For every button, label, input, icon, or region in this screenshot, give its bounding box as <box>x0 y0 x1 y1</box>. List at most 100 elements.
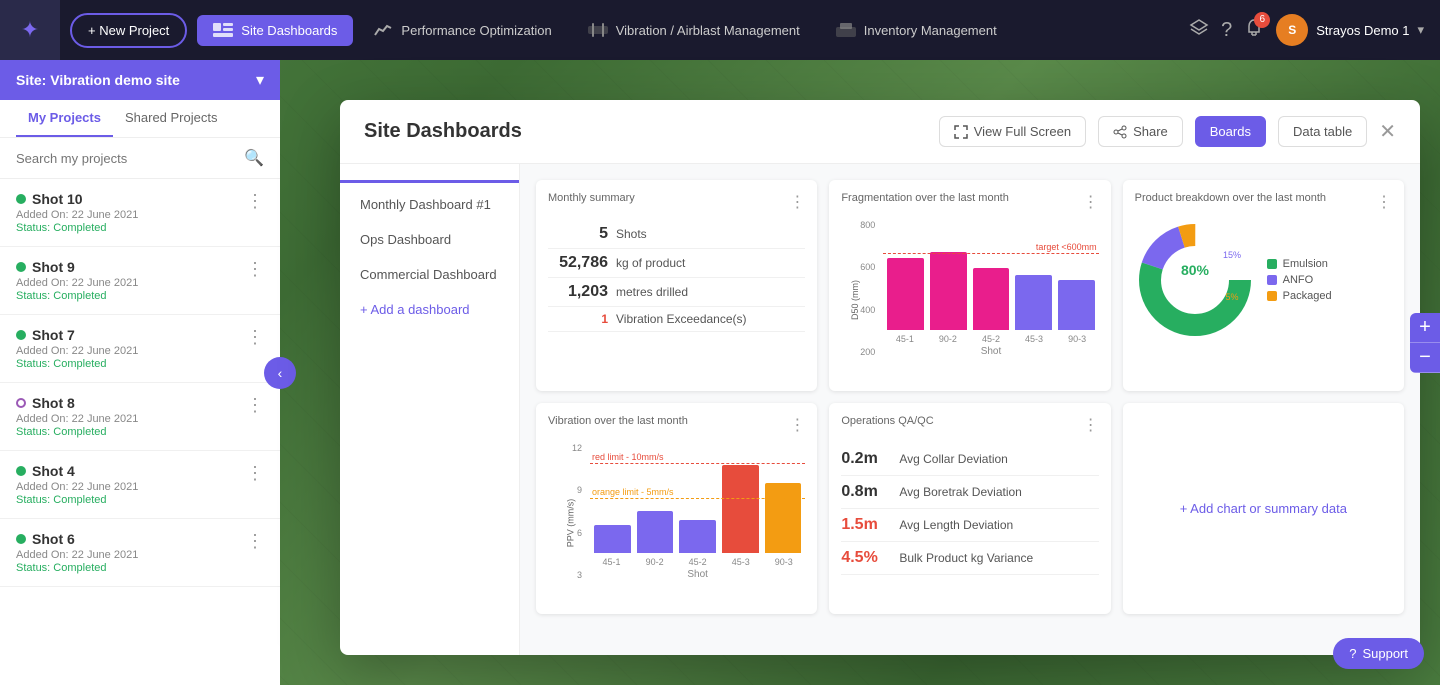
fragmentation-bars <box>883 220 1098 330</box>
project-menu-button[interactable]: ⋮ <box>246 327 264 348</box>
ops-label: Avg Collar Deviation <box>899 452 1008 466</box>
project-menu-button[interactable]: ⋮ <box>246 395 264 416</box>
fragmentation-menu[interactable]: ⋮ <box>1083 192 1099 212</box>
modal-title: Site Dashboards <box>364 120 522 143</box>
add-dashboard-button[interactable]: + Add a dashboard <box>340 292 519 327</box>
modal-nav-monthly-dashboard[interactable]: Monthly Dashboard #1 <box>340 187 519 222</box>
nav-tab-vibration[interactable]: Vibration / Airblast Management <box>572 15 816 46</box>
project-menu-button[interactable]: ⋮ <box>246 463 264 484</box>
boards-button[interactable]: Boards <box>1195 116 1266 147</box>
data-table-button[interactable]: Data table <box>1278 116 1367 147</box>
legend-anfo: ANFO <box>1267 274 1332 286</box>
support-button[interactable]: ? Support <box>1333 638 1424 669</box>
vibration-chart-title: Vibration over the last month <box>548 415 688 427</box>
bar-group-1 <box>887 258 924 330</box>
notification-badge: 6 <box>1254 12 1270 28</box>
list-item: Shot 4 Added On: 22 June 2021 Status: Co… <box>0 451 280 519</box>
add-chart-label[interactable]: + Add chart or summary data <box>1180 501 1347 516</box>
project-menu-button[interactable]: ⋮ <box>246 191 264 212</box>
vibration-icon <box>588 23 608 37</box>
chevron-down-icon: ▾ <box>1417 22 1424 38</box>
view-fullscreen-button[interactable]: View Full Screen <box>939 116 1086 147</box>
sidebar-tab-my-projects[interactable]: My Projects <box>16 100 113 137</box>
search-input[interactable] <box>16 151 236 166</box>
target-label: target <600mm <box>1034 242 1099 252</box>
monthly-summary-menu[interactable]: ⋮ <box>789 192 805 212</box>
share-button[interactable]: Share <box>1098 116 1183 147</box>
nav-tab-inventory-label: Inventory Management <box>864 23 997 38</box>
vibration-chart-card: Vibration over the last month ⋮ PPV (mm/… <box>536 403 817 614</box>
ops-value: 1.5m <box>841 516 891 534</box>
ops-qa-rows: 0.2m Avg Collar Deviation 0.8m Avg Boret… <box>841 443 1098 575</box>
shots-label: Shots <box>616 227 647 241</box>
chevron-down-icon[interactable]: ▾ <box>256 70 264 90</box>
summary-row-kg: 52,786 kg of product <box>548 249 805 278</box>
metres-label: metres drilled <box>616 285 688 299</box>
project-name: Shot 6 <box>16 531 246 547</box>
project-added: Added On: 22 June 2021 <box>16 481 246 493</box>
status-dot <box>16 194 26 204</box>
list-item: Shot 10 Added On: 22 June 2021 Status: C… <box>0 179 280 247</box>
nav-tab-inventory[interactable]: Inventory Management <box>820 15 1013 46</box>
nav-tabs: Site Dashboards Performance Optimization… <box>197 15 1189 46</box>
project-list: Shot 10 Added On: 22 June 2021 Status: C… <box>0 179 280 685</box>
add-chart-card[interactable]: + Add chart or summary data <box>1123 403 1404 614</box>
project-added: Added On: 22 June 2021 <box>16 345 246 357</box>
notifications-button[interactable]: 6 <box>1244 18 1264 43</box>
site-name: Site: Vibration demo site <box>16 72 180 88</box>
red-limit-line: red limit - 10mm/s <box>590 463 805 464</box>
ops-qa-menu[interactable]: ⋮ <box>1083 415 1099 435</box>
collapse-sidebar-button[interactable]: ‹ <box>264 357 296 389</box>
dashboard-icon <box>213 23 233 37</box>
top-navigation: ✦ + New Project Site Dashboards Performa… <box>0 0 1440 60</box>
layers-button[interactable] <box>1189 18 1209 43</box>
legend-emulsion: Emulsion <box>1267 258 1332 270</box>
new-project-button[interactable]: + New Project <box>70 13 187 48</box>
product-breakdown-title: Product breakdown over the last month <box>1135 192 1326 204</box>
sidebar-header: Site: Vibration demo site ▾ <box>0 60 280 100</box>
y-axis-label: D50 (mm) <box>850 280 860 320</box>
kg-label: kg of product <box>616 256 685 270</box>
donut-container: 80% 15% 5% Emulsion <box>1135 220 1392 340</box>
sidebar-tab-shared-projects[interactable]: Shared Projects <box>113 100 230 137</box>
modal-close-button[interactable]: ✕ <box>1379 119 1396 144</box>
project-info: Shot 4 Added On: 22 June 2021 Status: Co… <box>16 463 246 506</box>
y-axis: 200 400 600 800 <box>841 220 879 357</box>
logo: ✦ <box>0 0 60 60</box>
x-axis-labels: 45-1 90-2 45-2 45-3 90-3 <box>883 334 1098 344</box>
summary-row-vibration: 1 Vibration Exceedance(s) <box>548 307 805 332</box>
vib-bar-45-3 <box>722 465 759 553</box>
vib-bar-45-1 <box>594 525 631 553</box>
zoom-in-button[interactable]: + <box>1410 313 1440 343</box>
modal-nav-ops-dashboard[interactable]: Ops Dashboard <box>340 222 519 257</box>
site-dashboards-modal: Site Dashboards View Full Screen Share B… <box>340 100 1420 655</box>
project-name: Shot 9 <box>16 259 246 275</box>
nav-tab-performance[interactable]: Performance Optimization <box>357 15 567 46</box>
project-menu-button[interactable]: ⋮ <box>246 531 264 552</box>
product-breakdown-menu[interactable]: ⋮ <box>1376 192 1392 212</box>
help-button[interactable]: ? <box>1221 19 1232 42</box>
nav-tab-performance-label: Performance Optimization <box>401 23 551 38</box>
vib-bar-45-2 <box>679 520 716 553</box>
question-icon: ? <box>1349 646 1356 661</box>
project-name: Shot 8 <box>16 395 246 411</box>
zoom-out-button[interactable]: − <box>1410 343 1440 373</box>
donut-svg: 80% 15% 5% <box>1135 220 1255 340</box>
user-avatar: S <box>1276 14 1308 46</box>
status-dot <box>16 466 26 476</box>
vibration-chart-menu[interactable]: ⋮ <box>789 415 805 435</box>
vibration-exceedance-value: 1 <box>548 312 608 326</box>
new-project-label: + New Project <box>88 23 169 38</box>
modal-body: Monthly Dashboard #1 Ops Dashboard Comme… <box>340 164 1420 655</box>
project-menu-button[interactable]: ⋮ <box>246 259 264 280</box>
bar-group-5 <box>1058 280 1095 330</box>
nav-tab-site-dashboards[interactable]: Site Dashboards <box>197 15 353 46</box>
list-item: Shot 8 Added On: 22 June 2021 Status: Co… <box>0 383 280 451</box>
kg-value: 52,786 <box>548 254 608 272</box>
user-menu[interactable]: S Strayos Demo 1 ▾ <box>1276 14 1424 46</box>
search-icon[interactable]: 🔍 <box>244 148 264 168</box>
modal-nav-commercial-dashboard[interactable]: Commercial Dashboard <box>340 257 519 292</box>
nav-tab-site-dashboards-label: Site Dashboards <box>241 23 337 38</box>
bar-45-3 <box>1015 275 1052 330</box>
red-limit-label: red limit - 10mm/s <box>590 452 666 462</box>
